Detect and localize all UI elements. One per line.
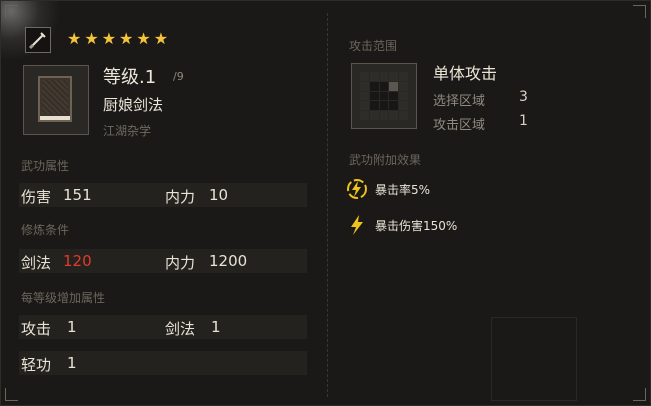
star-icon: ★ [101, 29, 117, 48]
attack-type: 单体攻击 [433, 64, 498, 83]
select-area-value: 3 [519, 89, 528, 105]
corner-ornament [633, 388, 646, 401]
star-icon: ★ [84, 29, 99, 48]
skill-school: 江湖杂学 [103, 124, 152, 138]
qinggong-value: 1 [67, 354, 77, 372]
grid-cell [369, 111, 379, 120]
sword-icon [28, 32, 46, 50]
section-title-requirements: 修炼条件 [21, 223, 70, 237]
skill-book-frame [23, 65, 89, 135]
grid-cell [399, 91, 408, 101]
neili-req-label: 内力 [165, 254, 196, 272]
select-area-label: 选择区域 [433, 94, 486, 109]
grid-cell [389, 91, 399, 101]
grid-cell [360, 81, 369, 91]
attack-area-label: 攻击区域 [433, 118, 486, 133]
star-icon: ★ [153, 29, 169, 48]
per-level-row: 轻功 1 [19, 351, 307, 375]
skill-level: 等级.1 [103, 67, 157, 88]
grid-cell [379, 81, 389, 91]
neili-value: 10 [209, 186, 229, 204]
grid-cell [379, 111, 389, 120]
skill-name: 厨娘剑法 [103, 96, 164, 114]
grid-cell [389, 111, 399, 120]
skill-level-max: /9 [173, 70, 184, 83]
grid-cell [389, 101, 399, 111]
sword-value: 1 [211, 318, 221, 336]
lightning-circle-icon [347, 179, 367, 199]
section-title-attributes: 武功属性 [21, 159, 70, 173]
star-rating: ★ ★ ★ ★ ★ ★ [67, 31, 168, 47]
star-icon: ★ [136, 29, 151, 48]
lightning-icon [351, 215, 363, 235]
grid-cell [360, 111, 369, 120]
neili-req-value: 1200 [209, 252, 248, 270]
effect-item: 暴击率5% [345, 177, 430, 201]
grid-cell [399, 101, 408, 111]
star-icon: ★ [67, 29, 82, 48]
grid-cell [360, 101, 369, 111]
star-icon: ★ [119, 29, 134, 48]
section-title-per-level: 每等级增加属性 [21, 291, 106, 305]
grid-cell [399, 81, 408, 91]
column-divider [327, 13, 328, 397]
grid-cell [369, 72, 379, 81]
sword-type-icon-frame [25, 27, 51, 53]
attribute-row: 伤害 151 内力 10 [19, 183, 307, 207]
attack-value: 1 [67, 318, 77, 336]
corner-ornament [5, 388, 18, 401]
grid-cell [369, 91, 379, 101]
grid-cell [360, 91, 369, 101]
damage-label: 伤害 [21, 188, 52, 206]
grid-cell [389, 72, 399, 81]
neili-label: 内力 [165, 188, 196, 206]
attack-range-grid [360, 72, 408, 120]
qinggong-label: 轻功 [21, 356, 52, 374]
damage-value: 151 [63, 186, 92, 204]
grid-cell [369, 101, 379, 111]
per-level-row: 攻击 1 剑法 1 [19, 315, 307, 339]
sword-label: 剑法 [165, 320, 196, 338]
effect-crit-damage: 暴击伤害150% [375, 218, 458, 233]
grid-cell [399, 72, 408, 81]
corner-ornament [633, 5, 646, 18]
section-title-range: 攻击范围 [349, 39, 398, 53]
skill-book-icon [38, 76, 72, 122]
section-title-effects: 武功附加效果 [349, 153, 422, 167]
grid-cell [379, 91, 389, 101]
grid-cell [379, 72, 389, 81]
attack-label: 攻击 [21, 320, 52, 338]
grid-cell [369, 81, 379, 91]
requirement-row: 剑法 120 内力 1200 [19, 249, 307, 273]
grid-cell [399, 111, 408, 120]
attack-area-value: 1 [519, 113, 528, 129]
effect-crit-rate: 暴击率5% [375, 182, 431, 197]
corner-ornament [5, 5, 18, 18]
grid-cell-target [389, 81, 399, 91]
attack-range-frame [351, 63, 417, 129]
skill-detail-panel: ★ ★ ★ ★ ★ ★ 等级.1 /9 厨娘剑法 江湖杂学 武功属性 伤害 15… [0, 0, 651, 406]
sword-req-label: 剑法 [21, 254, 52, 272]
grid-cell [360, 72, 369, 81]
effect-item: 暴击伤害150% [345, 213, 457, 237]
empty-slot [491, 317, 577, 401]
sword-req-value: 120 [63, 252, 92, 270]
grid-cell [379, 101, 389, 111]
